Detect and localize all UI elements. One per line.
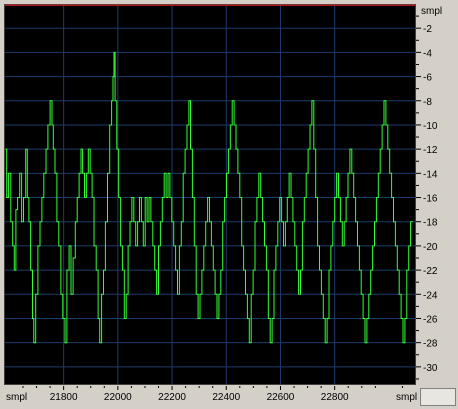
y-tick-label: -18 xyxy=(423,218,438,229)
x-tick-label: 22000 xyxy=(104,392,132,403)
y-axis-unit-label: smpl xyxy=(421,6,442,17)
y-tick-label: -12 xyxy=(423,145,438,156)
y-tick-label: -10 xyxy=(423,121,438,132)
y-tick-label: -22 xyxy=(423,266,438,277)
x-tick-label: 22200 xyxy=(158,392,186,403)
x-axis-start-label: smpl xyxy=(6,392,27,403)
x-tick-label: 22600 xyxy=(267,392,295,403)
y-tick-label: -28 xyxy=(423,339,438,350)
y-tick-label: -20 xyxy=(423,242,438,253)
x-axis: 21800 22000 22200 22400 22600 22800 xyxy=(22,386,403,403)
x-tick-label: 21800 xyxy=(50,392,78,403)
waveform-window: -2 -4 -6 -8 -10 -12 -14 -16 -18 -20 -22 -24 -26 -28 -3… xyxy=(0,0,458,409)
y-tick-label: -24 xyxy=(423,290,438,301)
y-tick-label: -16 xyxy=(423,194,438,205)
y-tick-label: -30 xyxy=(423,363,438,374)
y-tick-label: -14 xyxy=(423,169,438,180)
waveform-chart: -2 -4 -6 -8 -10 -12 -14 -16 -18 -20 -22 -24 -26 -28 -3… xyxy=(5,4,442,403)
y-tick-label: -2 xyxy=(423,24,432,35)
y-tick-label: -4 xyxy=(423,48,432,59)
x-tick-label: 22400 xyxy=(212,392,240,403)
y-tick-label: -26 xyxy=(423,314,438,325)
x-tick-label: 22800 xyxy=(321,392,349,403)
y-tick-label: -8 xyxy=(423,97,432,108)
y-tick-label: -6 xyxy=(423,73,432,84)
y-axis: -2 -4 -6 -8 -10 -12 -14 -16 -18 -20 -22 -24 -26 -28 -3… xyxy=(416,15,438,380)
x-axis-end-label: smpl xyxy=(396,392,417,403)
